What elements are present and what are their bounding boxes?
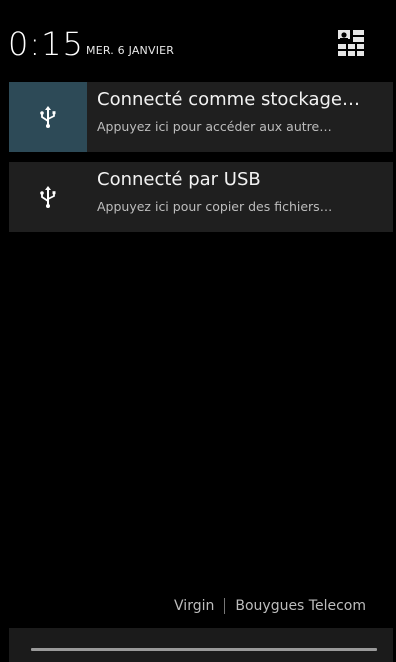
notification-subtitle: Appuyez ici pour accéder aux autre…	[97, 119, 332, 134]
usb-icon	[40, 186, 56, 208]
notification-title: Connecté par USB	[97, 169, 261, 190]
notification-icon-box	[9, 162, 87, 232]
clock-time: 0:15	[8, 25, 84, 63]
notification-icon-box	[9, 82, 87, 152]
carrier-label: Virgin Bouygues Telecom	[174, 598, 366, 614]
quick-settings-icon	[338, 30, 364, 56]
carrier-name-secondary: Bouygues Telecom	[235, 598, 366, 614]
notification-title: Connecté comme stockage…	[97, 89, 360, 110]
notification-subtitle: Appuyez ici pour copier des fichiers…	[97, 199, 333, 214]
shade-drag-handle[interactable]	[9, 628, 393, 662]
usb-icon	[40, 106, 56, 128]
notification-header: 0:15 MER. 6 JANVIER	[0, 0, 396, 76]
date-label: MER. 6 JANVIER	[86, 44, 175, 57]
notification-usb-connected[interactable]: Connecté par USB Appuyez ici pour copier…	[9, 162, 393, 232]
notification-usb-storage[interactable]: Connecté comme stockage… Appuyez ici pou…	[9, 82, 393, 152]
quick-settings-button[interactable]	[336, 28, 366, 58]
carrier-name-primary: Virgin	[174, 598, 215, 614]
drag-handle-line	[31, 648, 377, 651]
carrier-separator	[224, 598, 226, 614]
